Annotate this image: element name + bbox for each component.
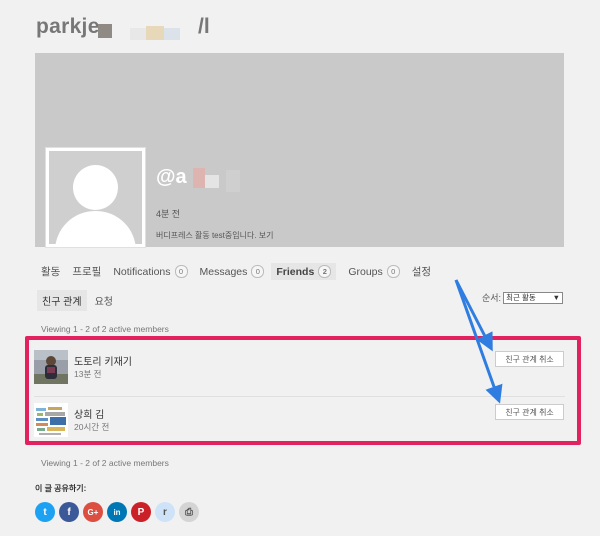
tab-activity[interactable]: 활동	[41, 264, 60, 279]
profile-name: parkje	[36, 15, 100, 38]
redaction-block	[130, 28, 146, 40]
count-badge: 0	[174, 265, 188, 278]
tab-label: 활동	[41, 266, 61, 278]
pagination-count: Viewing 1 - 2 of 2 active members	[41, 458, 169, 468]
linkedin-icon[interactable]: in	[107, 502, 127, 522]
tab-label: Messages	[199, 265, 248, 278]
facebook-icon[interactable]: f	[59, 502, 79, 522]
google-plus-icon[interactable]: G+	[83, 502, 103, 522]
count-badge: 0	[386, 265, 400, 278]
redaction-block	[193, 168, 205, 188]
redaction-block	[146, 26, 164, 40]
pagination-count: Viewing 1 - 2 of 2 active members	[41, 324, 169, 334]
share-buttons: t f G+ in P r ⎙	[35, 502, 203, 522]
tab-label: Notifications	[113, 265, 171, 278]
tab-label: Friends	[276, 265, 315, 278]
redaction-block	[98, 24, 112, 38]
latest-update[interactable]: 버디프레스 활동 test중입니다. 보기	[156, 230, 273, 241]
count-badge: 2	[318, 265, 332, 278]
tab-groups[interactable]: Groups 0	[348, 265, 400, 278]
tab-label: 프로필	[72, 266, 102, 278]
reddit-icon[interactable]: r	[155, 502, 175, 522]
tab-settings[interactable]: 설정	[412, 264, 431, 279]
chevron-down-icon: ▼	[552, 293, 561, 302]
tab-label: 설정	[411, 266, 432, 278]
redaction-block	[205, 175, 219, 188]
avatar[interactable]	[45, 147, 146, 248]
tab-profile[interactable]: 프로필	[72, 264, 101, 279]
last-active: 4분 전	[156, 209, 181, 219]
tab-label: Groups	[348, 265, 383, 278]
profile-nav: 활동 프로필 Notifications 0 Messages 0 Friends 2…	[41, 263, 443, 280]
share-label: 이 글 공유하기:	[35, 484, 87, 493]
profile-name-trailing: /l	[198, 15, 210, 38]
tab-messages[interactable]: Messages 0	[200, 265, 265, 278]
default-avatar-icon	[49, 151, 142, 244]
annotation-arrow-icon	[454, 279, 503, 404]
pinterest-icon[interactable]: P	[131, 502, 151, 522]
subnav-friendships[interactable]: 친구 관계	[37, 290, 87, 311]
user-handle: @a	[156, 166, 187, 188]
redaction-block	[226, 170, 240, 192]
tab-friends[interactable]: Friends 2	[271, 263, 337, 280]
subnav-requests[interactable]: 요청	[90, 290, 118, 311]
twitter-icon[interactable]: t	[35, 502, 55, 522]
count-badge: 0	[251, 265, 265, 278]
redaction-block	[164, 28, 180, 40]
friends-subnav: 친구 관계 요청	[37, 290, 121, 311]
tab-notifications[interactable]: Notifications 0	[113, 265, 188, 278]
print-icon[interactable]: ⎙	[179, 502, 199, 522]
